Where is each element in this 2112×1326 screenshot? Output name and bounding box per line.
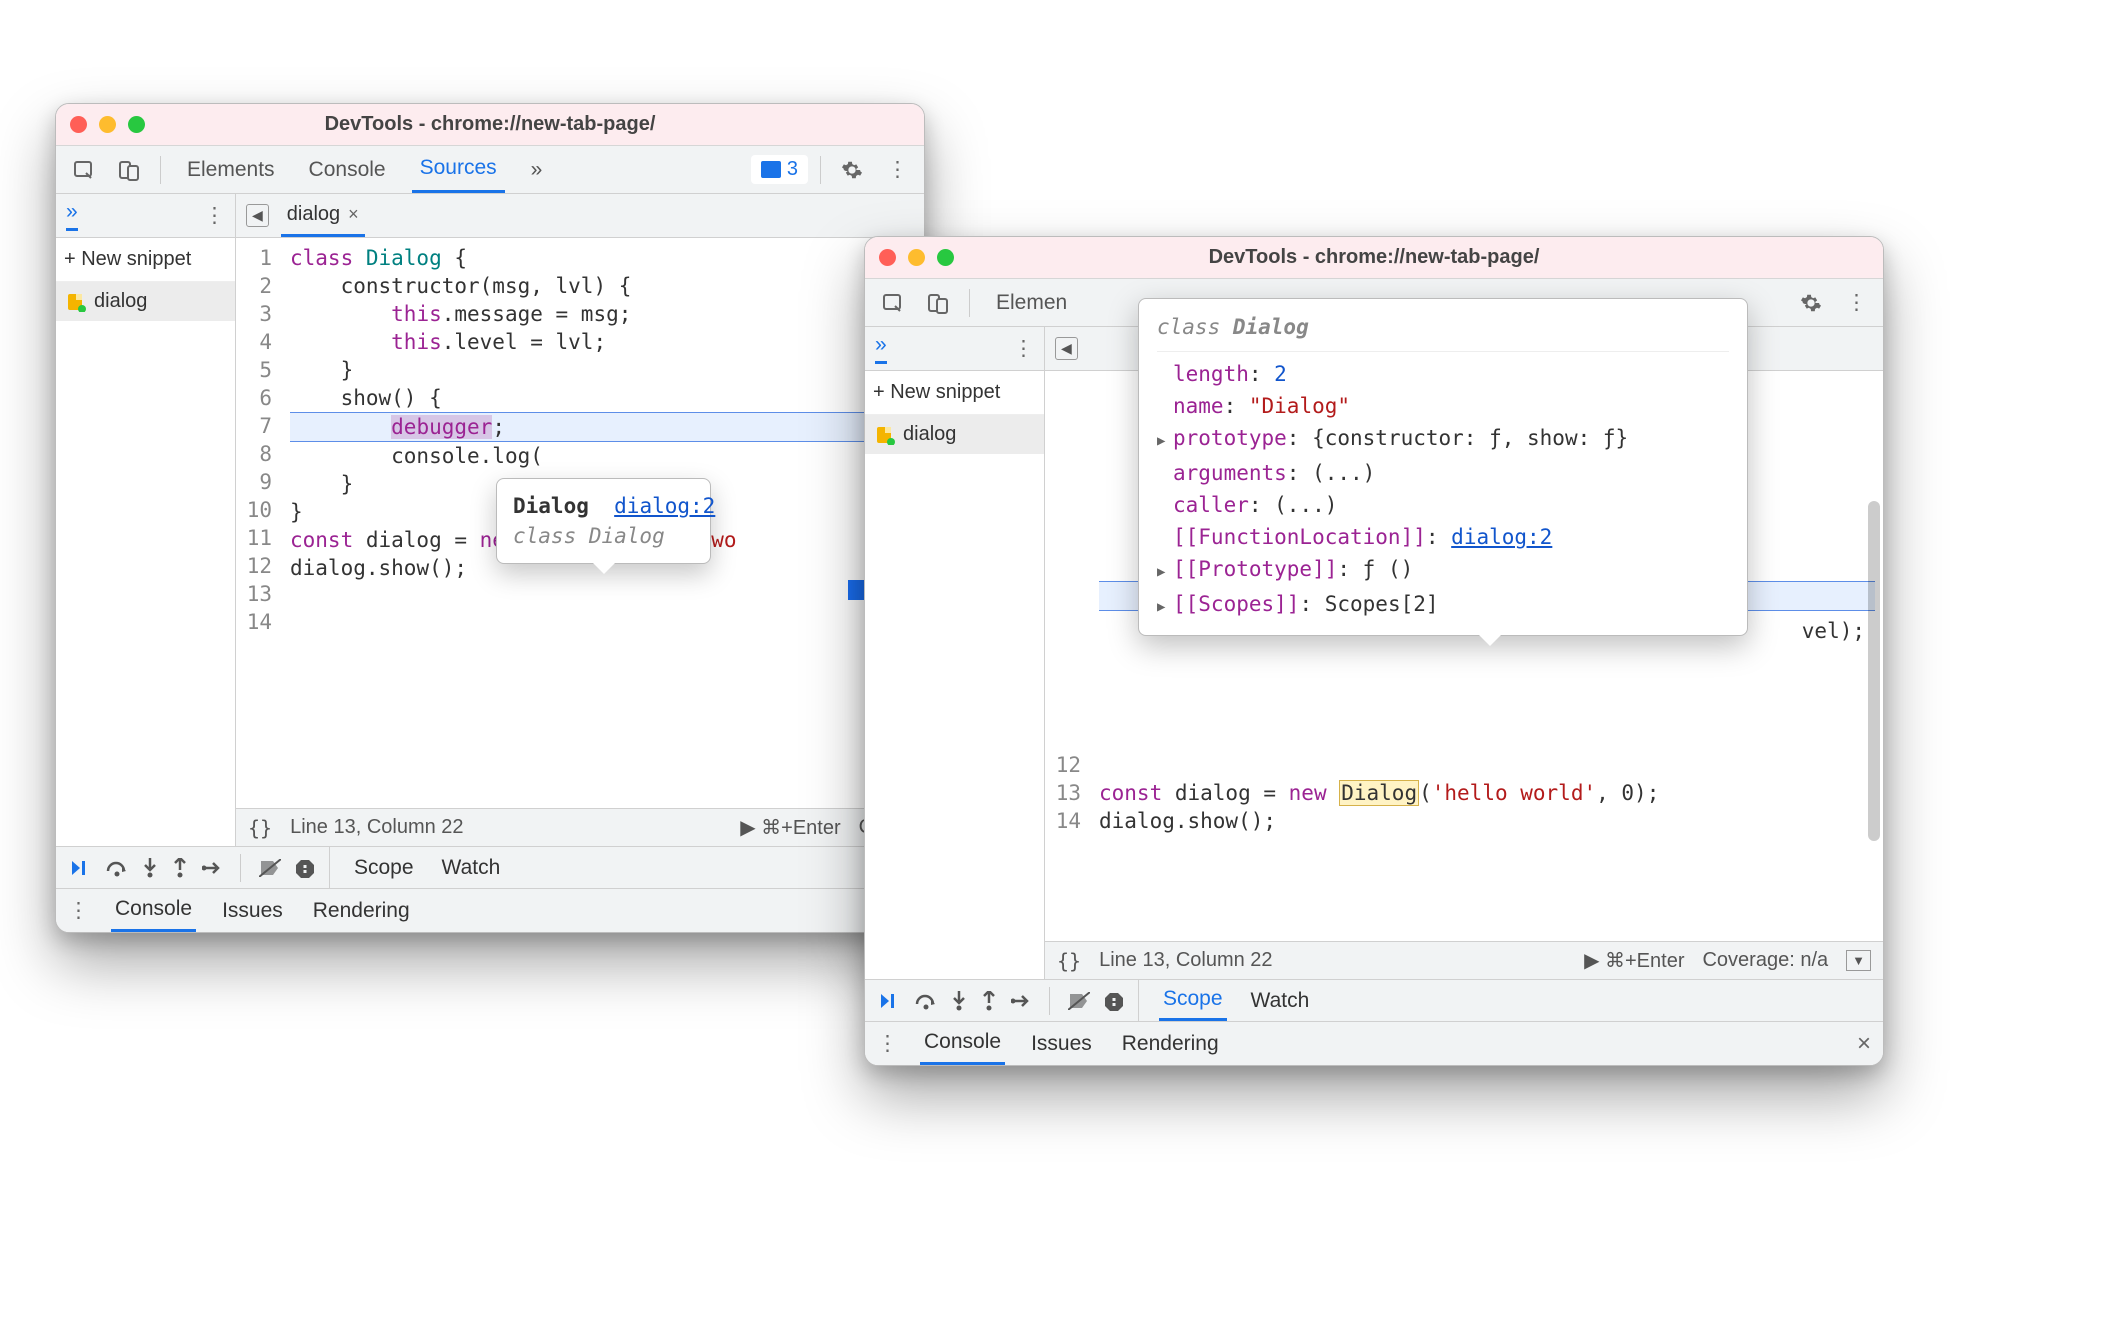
- panel-tabs: Elements Console Sources »: [179, 146, 550, 193]
- titlebar: DevTools - chrome://new-tab-page/: [56, 104, 924, 146]
- device-toggle-icon[interactable]: [919, 286, 957, 320]
- snippet-file-icon: [875, 425, 895, 445]
- titlebar: DevTools - chrome://new-tab-page/: [865, 237, 1883, 279]
- tab-console[interactable]: Console: [301, 146, 394, 193]
- coverage-label: Coverage: n/a: [1702, 949, 1828, 972]
- editor-statusbar: {} Line 13, Column 22 ▶ ⌘+Enter Coverage…: [1045, 941, 1883, 979]
- drawer-menu-icon[interactable]: ⋮: [68, 898, 89, 923]
- watch-tab[interactable]: Watch: [438, 847, 505, 888]
- drawer-tab-console[interactable]: Console: [111, 889, 196, 932]
- drawer-tab-rendering[interactable]: Rendering: [1118, 1022, 1223, 1065]
- tab-elements[interactable]: Elemen: [988, 279, 1075, 326]
- issues-badge[interactable]: 3: [751, 155, 808, 184]
- snippet-file-icon: [66, 292, 86, 312]
- object-preview-tooltip: class Dialog length: 2name: "Dialog"▶pro…: [1138, 298, 1748, 636]
- settings-icon[interactable]: [833, 153, 871, 187]
- run-snippet-button[interactable]: ▶ ⌘+Enter: [740, 815, 840, 840]
- deactivate-breakpoints-icon[interactable]: [1068, 992, 1090, 1010]
- debug-toolbar: Scope Watch: [56, 846, 924, 888]
- navigator-menu-icon[interactable]: ⋮: [1013, 336, 1034, 361]
- close-drawer-icon[interactable]: ×: [1857, 1030, 1871, 1058]
- step-icon[interactable]: [1011, 993, 1031, 1009]
- tooltip-source-link[interactable]: dialog:2: [614, 494, 715, 518]
- snippet-item[interactable]: dialog: [56, 282, 235, 321]
- cursor-position: Line 13, Column 22: [290, 816, 463, 839]
- close-icon[interactable]: [879, 249, 896, 266]
- step-into-icon[interactable]: [142, 858, 158, 878]
- source-subbar: » ⋮ ◀ dialog ×: [56, 194, 924, 238]
- devtools-window-left: DevTools - chrome://new-tab-page/ Elemen…: [55, 103, 925, 933]
- drawer-tab-rendering[interactable]: Rendering: [309, 889, 414, 932]
- code-area[interactable]: 1234567891011121314 class Dialog { const…: [236, 238, 924, 808]
- resume-icon[interactable]: [70, 859, 92, 877]
- partial-code: vel);: [1802, 617, 1865, 645]
- inspect-icon[interactable]: [873, 286, 911, 320]
- message-icon: [761, 161, 781, 178]
- gutter: 12 13 14: [1045, 371, 1091, 941]
- navigator-chevron[interactable]: »: [875, 333, 887, 364]
- inspect-icon[interactable]: [64, 153, 102, 187]
- debug-toolbar: Scope Watch: [865, 979, 1883, 1021]
- minimize-icon[interactable]: [908, 249, 925, 266]
- drawer-menu-icon[interactable]: ⋮: [877, 1031, 898, 1056]
- run-snippet-button[interactable]: ▶ ⌘+Enter: [1584, 948, 1684, 973]
- step-out-icon[interactable]: [981, 991, 997, 1011]
- drawer-tab-issues[interactable]: Issues: [1027, 1022, 1096, 1065]
- close-tab-icon[interactable]: ×: [348, 204, 359, 225]
- device-toggle-icon[interactable]: [110, 153, 148, 187]
- cursor-position: Line 13, Column 22: [1099, 949, 1272, 972]
- close-icon[interactable]: [70, 116, 87, 133]
- navigator-menu-icon[interactable]: ⋮: [204, 203, 225, 228]
- step-icon[interactable]: [202, 860, 222, 876]
- coverage-dropdown-icon[interactable]: ▼: [1846, 950, 1871, 971]
- window-title: DevTools - chrome://new-tab-page/: [56, 113, 924, 136]
- drawer-tab-issues[interactable]: Issues: [218, 889, 287, 932]
- panel-tabs: Elemen: [988, 279, 1075, 326]
- window-title: DevTools - chrome://new-tab-page/: [865, 246, 1883, 269]
- menu-icon[interactable]: ⋮: [1838, 284, 1875, 321]
- new-snippet-button[interactable]: + New snippet: [56, 238, 235, 282]
- scrollbar[interactable]: [1868, 501, 1880, 841]
- snippets-sidebar: + New snippet dialog: [865, 371, 1045, 979]
- step-out-icon[interactable]: [172, 858, 188, 878]
- traffic-lights: [879, 249, 954, 266]
- drawer: ⋮ Console Issues Rendering: [56, 888, 924, 932]
- deactivate-breakpoints-icon[interactable]: [259, 859, 281, 877]
- code-editor: 1234567891011121314 class Dialog { const…: [236, 238, 924, 846]
- scope-tab[interactable]: Scope: [350, 847, 418, 888]
- drawer-tab-console[interactable]: Console: [920, 1022, 1005, 1065]
- editor-statusbar: {} Line 13, Column 22 ▶ ⌘+Enter Cover: [236, 808, 924, 846]
- tab-sources[interactable]: Sources: [412, 146, 505, 193]
- nav-prev-icon[interactable]: ◀: [1055, 337, 1078, 360]
- step-into-icon[interactable]: [951, 991, 967, 1011]
- file-tab-dialog[interactable]: dialog ×: [281, 194, 365, 237]
- navigator-chevron[interactable]: »: [66, 200, 78, 231]
- pause-exceptions-icon[interactable]: [295, 858, 315, 878]
- new-snippet-button[interactable]: + New snippet: [865, 371, 1044, 415]
- step-over-icon[interactable]: [915, 992, 937, 1010]
- zoom-icon[interactable]: [937, 249, 954, 266]
- resume-icon[interactable]: [879, 992, 901, 1010]
- drawer: ⋮ Console Issues Rendering ×: [865, 1021, 1883, 1065]
- menu-icon[interactable]: ⋮: [879, 151, 916, 188]
- minimize-icon[interactable]: [99, 116, 116, 133]
- step-over-icon[interactable]: [106, 859, 128, 877]
- watch-tab[interactable]: Watch: [1247, 980, 1314, 1021]
- format-button[interactable]: {}: [248, 816, 272, 840]
- snippet-item[interactable]: dialog: [865, 415, 1044, 454]
- format-button[interactable]: {}: [1057, 949, 1081, 973]
- snippets-sidebar: + New snippet dialog: [56, 238, 236, 846]
- gutter: 1234567891011121314: [236, 238, 282, 808]
- hover-tooltip: Dialog dialog:2 class Dialog: [496, 478, 711, 564]
- pause-exceptions-icon[interactable]: [1104, 991, 1124, 1011]
- tab-elements[interactable]: Elements: [179, 146, 283, 193]
- zoom-icon[interactable]: [128, 116, 145, 133]
- tab-more[interactable]: »: [523, 146, 551, 193]
- settings-icon[interactable]: [1792, 286, 1830, 320]
- toolbar: Elements Console Sources » 3 ⋮: [56, 146, 924, 194]
- nav-prev-icon[interactable]: ◀: [246, 204, 269, 227]
- traffic-lights: [70, 116, 145, 133]
- scope-tab[interactable]: Scope: [1159, 980, 1227, 1021]
